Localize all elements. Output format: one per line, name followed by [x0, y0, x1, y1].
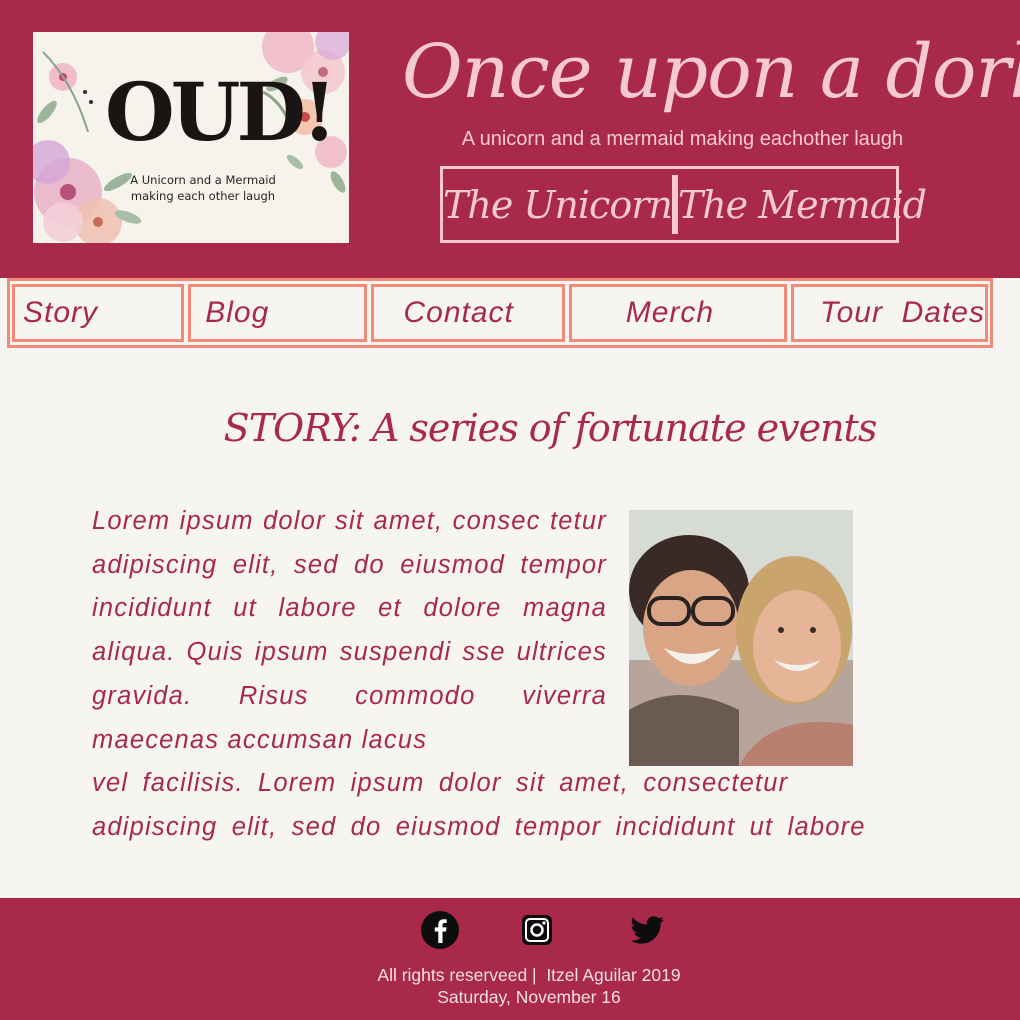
twitter-icon[interactable] — [627, 910, 667, 950]
site-header: OUD! A Unicorn and a Mermaid making each… — [0, 0, 1020, 278]
nav-item-tour-dates[interactable]: Tour Dates — [791, 284, 988, 342]
story-text: Lorem ipsum dolor sit amet, consec tetur… — [92, 507, 607, 754]
site-footer: All rights reserveed | Itzel Aguilar 201… — [0, 898, 1020, 1020]
instagram-icon[interactable] — [517, 910, 557, 950]
site-subtitle: A unicorn and a mermaid making eachother… — [461, 128, 904, 150]
photo-illustration — [629, 510, 853, 766]
logo[interactable]: OUD! A Unicorn and a Mermaid making each… — [33, 32, 349, 243]
story-text-continued: vel facilisis. Lorem ipsum dolor sit ame… — [92, 769, 866, 841]
nav-item-label: Tour Dates — [820, 296, 985, 329]
facebook-icon[interactable] — [420, 910, 460, 950]
logo-tagline: A Unicorn and a Mermaid making each othe… — [123, 172, 283, 204]
logo-tagline-line1: A Unicorn and a Mermaid — [130, 173, 276, 187]
story-title: STORY: A series of fortunate events — [223, 406, 878, 450]
footer-date: Saturday, November 16 — [437, 987, 621, 1007]
unicorn-profile-button[interactable]: The Unicorn — [443, 175, 675, 234]
facebook-icon-graphic — [421, 911, 459, 949]
main-nav: Story Blog Contact Merch Tour Dates — [7, 278, 993, 348]
logo-tagline-line2: making each other laugh — [130, 189, 276, 203]
nav-item-merch[interactable]: Merch — [568, 284, 787, 342]
nav-item-label: Blog — [205, 296, 270, 329]
nav-item-label: Merch — [625, 296, 715, 329]
nav-item-blog[interactable]: Blog — [188, 284, 367, 342]
nav-item-label: Contact — [403, 296, 514, 329]
instagram-icon-graphic — [522, 915, 552, 945]
site-title: Once upon a dork — [402, 29, 1020, 115]
profile-buttons: The Unicorn The Mermaid — [440, 166, 927, 243]
mermaid-profile-button[interactable]: The Mermaid — [674, 175, 927, 234]
nav-item-story[interactable]: Story — [12, 284, 185, 342]
nav-item-label: Story — [23, 296, 99, 329]
twitter-icon-graphic — [630, 916, 664, 944]
logo-word: OUD! — [105, 65, 337, 159]
story-photo — [629, 510, 853, 766]
nav-item-contact[interactable]: Contact — [370, 284, 565, 342]
copyright-text: All rights reserveed | Itzel Aguilar 201… — [377, 965, 681, 985]
